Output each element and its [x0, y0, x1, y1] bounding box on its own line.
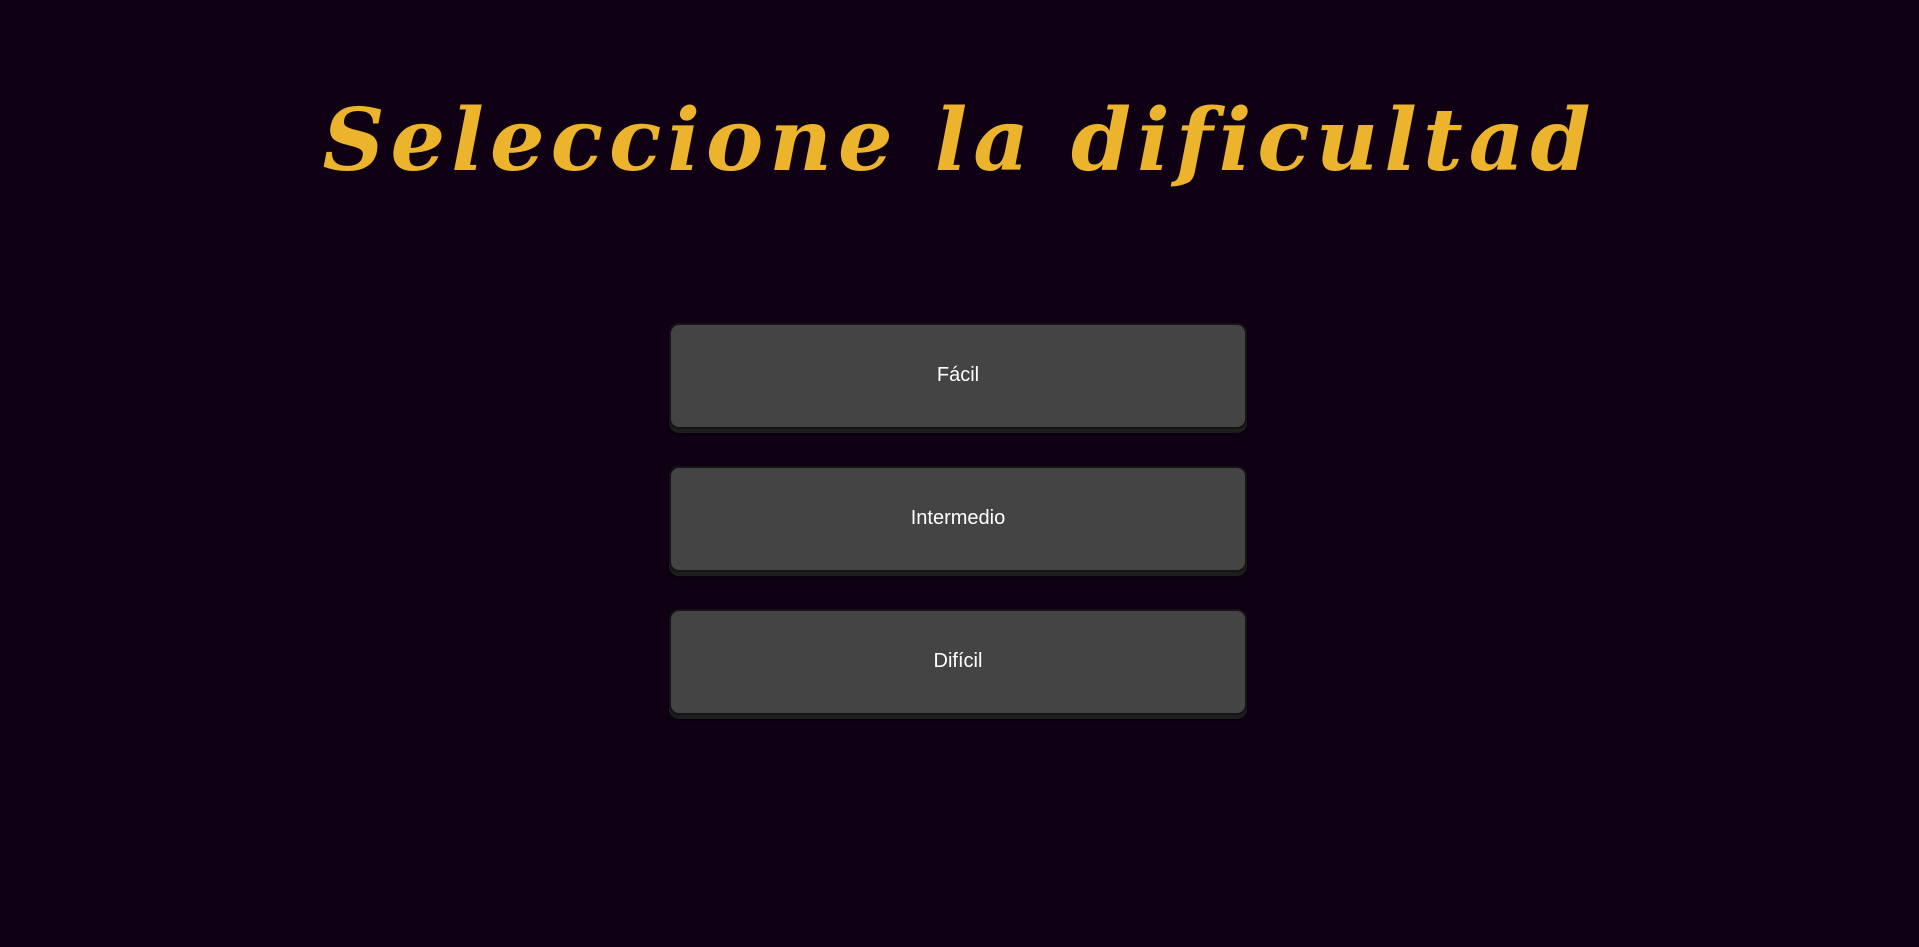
- intermediate-button[interactable]: Intermedio: [669, 466, 1247, 572]
- difficulty-menu: Fácil Intermedio Difícil: [669, 323, 1247, 752]
- hard-button[interactable]: Difícil: [669, 609, 1247, 715]
- easy-button[interactable]: Fácil: [669, 323, 1247, 429]
- difficulty-screen: Seleccione la dificultad Fácil Intermedi…: [0, 0, 1919, 947]
- page-title: Seleccione la dificultad: [322, 90, 1597, 191]
